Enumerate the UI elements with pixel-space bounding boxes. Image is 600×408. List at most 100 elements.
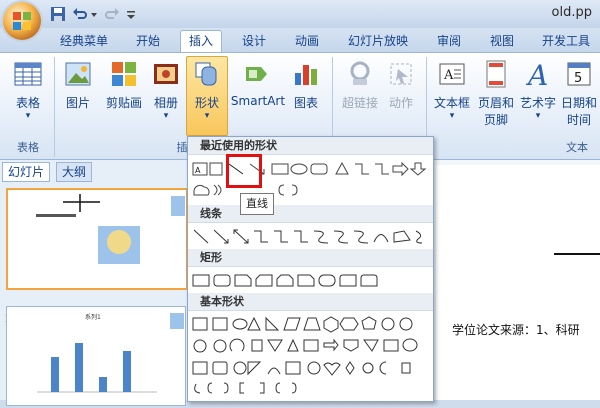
textbox-button[interactable]: A 文本框 ▾ bbox=[432, 57, 472, 121]
date-time-label-2: 时间 bbox=[566, 113, 591, 127]
textbox-icon: A bbox=[439, 63, 465, 85]
clipart-button[interactable]: 剪贴画 bbox=[102, 57, 146, 111]
tab-insert[interactable]: 插入 bbox=[180, 30, 223, 52]
shape-tooltip: 直线 bbox=[240, 193, 274, 215]
hyperlink-button-label: 超链接 bbox=[341, 96, 378, 110]
slide-2-chart-preview: 系列1 bbox=[37, 313, 184, 393]
chart-thumb-title: 系列1 bbox=[85, 313, 101, 321]
header-footer-icon bbox=[486, 60, 506, 88]
svg-text:A: A bbox=[443, 68, 454, 83]
wordart-icon: A bbox=[525, 59, 548, 92]
group-label-table: 表格 bbox=[17, 141, 39, 154]
ribbon-separator bbox=[54, 57, 55, 157]
section-recent-shapes: 最近使用的形状 bbox=[188, 137, 433, 155]
action-button-label: 动作 bbox=[388, 96, 413, 110]
ribbon-tabs: 经典菜单 开始 插入 设计 动画 幻灯片放映 审阅 视图 开发工具 bbox=[0, 28, 600, 52]
action-icon bbox=[390, 63, 412, 85]
date-time-button[interactable]: 5 日期和 时间 bbox=[558, 57, 600, 128]
chart-button-label: 图表 bbox=[293, 96, 318, 110]
picture-button[interactable]: 图片 bbox=[58, 57, 98, 111]
curve-shape bbox=[213, 184, 222, 196]
table-button[interactable]: 表格 ▾ bbox=[6, 57, 50, 121]
cloud-shape bbox=[193, 184, 210, 196]
office-button[interactable] bbox=[3, 2, 41, 40]
section-basic-shapes: 基本形状 bbox=[188, 293, 433, 311]
shapes-gallery-menu: 最近使用的形状 A 线条 矩形 基本形状 bbox=[187, 136, 434, 402]
window-title: old.pp bbox=[551, 5, 592, 20]
tab-classic-menu[interactable]: 经典菜单 bbox=[52, 31, 116, 52]
oval-shape bbox=[290, 163, 308, 175]
qat-customize-icon[interactable] bbox=[126, 6, 136, 22]
header-footer-label-1: 页眉和 bbox=[477, 96, 514, 110]
office-logo-icon bbox=[13, 12, 31, 30]
chart-icon bbox=[295, 65, 317, 85]
header-footer-label-2: 页脚 bbox=[483, 113, 508, 127]
group-label-text: 文本 bbox=[566, 141, 588, 154]
right-arrow-shape bbox=[392, 161, 409, 177]
tab-developer[interactable]: 开发工具 bbox=[534, 31, 598, 52]
action-button[interactable]: 动作 bbox=[384, 57, 418, 111]
slide-thumbnail-2[interactable]: 系列1 bbox=[6, 306, 186, 406]
wordart-button-label: 艺术字 bbox=[519, 96, 556, 110]
tab-animation[interactable]: 动画 bbox=[287, 31, 327, 52]
section-rectangles: 矩形 bbox=[188, 249, 433, 267]
slide-body-text[interactable]: 学位论文来源：1、科研 bbox=[452, 321, 580, 338]
clipart-icon bbox=[112, 62, 136, 86]
slide-1-preview bbox=[36, 194, 185, 264]
save-icon[interactable] bbox=[50, 6, 66, 22]
redo-icon[interactable] bbox=[104, 6, 120, 22]
svg-text:A: A bbox=[525, 59, 548, 89]
line-shapes-grid bbox=[193, 229, 423, 244]
table-button-label: 表格 bbox=[15, 96, 40, 110]
table-icon bbox=[14, 62, 42, 86]
smartart-button[interactable]: SmartArt bbox=[230, 57, 286, 108]
wordart-button[interactable]: A 艺术字 ▾ bbox=[518, 57, 558, 121]
right-brace-shape bbox=[291, 184, 298, 196]
undo-dropdown-icon[interactable] bbox=[90, 6, 98, 22]
smartart-icon bbox=[246, 67, 267, 81]
slide-canvas[interactable]: 学位论文来源：1、科研 bbox=[436, 165, 600, 400]
clipart-button-label: 剪贴画 bbox=[105, 96, 142, 110]
triangle-shape bbox=[335, 161, 349, 175]
rounded-rect-shape bbox=[310, 163, 328, 175]
calendar-icon: 5 bbox=[567, 62, 591, 86]
section-lines: 线条 bbox=[188, 205, 433, 223]
recent-shapes-grid: A bbox=[192, 161, 427, 196]
picture-icon bbox=[65, 62, 91, 86]
elbow-arrow-shape bbox=[375, 163, 389, 175]
header-footer-button[interactable]: 页眉和 页脚 bbox=[474, 57, 518, 128]
undo-icon[interactable] bbox=[72, 6, 88, 22]
hyperlink-icon bbox=[350, 61, 370, 85]
shapes-button[interactable]: 形状 ▾ bbox=[186, 56, 228, 136]
tab-review[interactable]: 审阅 bbox=[429, 31, 469, 52]
shapes-button-label: 形状 bbox=[194, 96, 219, 110]
line-shape[interactable] bbox=[554, 253, 600, 255]
tab-slides[interactable]: 幻灯片 bbox=[2, 162, 51, 182]
photo-album-button[interactable]: 相册 ▾ bbox=[148, 57, 184, 121]
date-time-label-1: 日期和 bbox=[560, 96, 597, 110]
textbox-button-label: 文本框 bbox=[433, 96, 470, 110]
left-brace-shape bbox=[278, 184, 285, 196]
slides-panel: 幻灯片 大纲 1 2 系列1 bbox=[0, 160, 190, 406]
hyperlink-button[interactable]: 超链接 bbox=[338, 57, 382, 111]
tab-slideshow[interactable]: 幻灯片放映 bbox=[340, 31, 416, 52]
tab-home[interactable]: 开始 bbox=[128, 31, 168, 52]
tab-design[interactable]: 设计 bbox=[234, 31, 274, 52]
chart-button[interactable]: 图表 bbox=[288, 57, 324, 111]
tab-view[interactable]: 视图 bbox=[482, 31, 522, 52]
rect-shape bbox=[271, 163, 289, 175]
basic-shapes-grid bbox=[192, 316, 418, 394]
photo-album-icon bbox=[154, 64, 178, 84]
smartart-button-label: SmartArt bbox=[230, 94, 286, 108]
rectangle-shapes-grid bbox=[192, 274, 378, 287]
svg-text:A: A bbox=[195, 166, 201, 175]
svg-text:5: 5 bbox=[574, 71, 582, 86]
tab-outline[interactable]: 大纲 bbox=[56, 162, 93, 182]
picture-button-label: 图片 bbox=[65, 96, 90, 110]
photo-album-label: 相册 bbox=[153, 96, 178, 110]
rectangle-shape bbox=[209, 162, 223, 176]
down-arrow-shape bbox=[409, 162, 427, 176]
slide-thumbnail-1[interactable] bbox=[6, 188, 188, 290]
shapes-icon bbox=[195, 62, 217, 86]
line-shape-selection-highlight[interactable] bbox=[226, 154, 262, 188]
